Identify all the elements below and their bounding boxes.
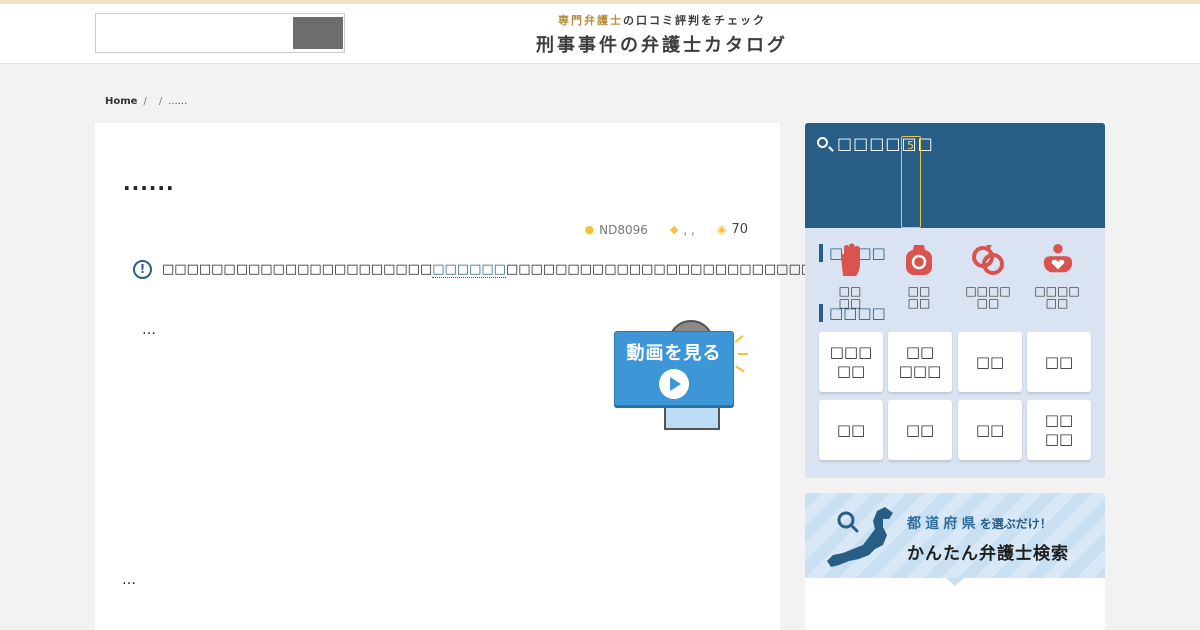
exclamation-circle-icon: ! bbox=[133, 260, 152, 279]
sidebar-search-widget: □□□□□□ 5 □□ □□ □□ □□ □□□□ □□ □□□□ □□ □□□□ bbox=[805, 123, 1105, 478]
logo-title: 刑事事件の弁護士カタログ bbox=[536, 35, 788, 56]
category-button[interactable]: □□ bbox=[958, 332, 1022, 392]
meta-views: ◉ 70 bbox=[717, 222, 748, 237]
breadcrumb: Home / /...... bbox=[105, 96, 187, 107]
japan-map-icon bbox=[827, 507, 893, 567]
article-excerpt: … bbox=[122, 572, 136, 588]
sidebar-search-header: □□□□□□ 5 bbox=[805, 123, 1105, 228]
banner-pointer bbox=[946, 578, 964, 586]
pref-char: 県 bbox=[961, 516, 976, 532]
category-button[interactable]: □□ □□ bbox=[1027, 400, 1091, 460]
pref-line1-rest: を選ぶだけ！ bbox=[979, 517, 1052, 531]
meta-tags: ◆ , , bbox=[670, 223, 695, 237]
play-icon bbox=[659, 369, 689, 399]
article-meta: ● ND8096 ◆ , , ◉ 70 bbox=[585, 222, 748, 237]
category-icon-link[interactable]: □□ □□ bbox=[885, 243, 953, 309]
category-button[interactable]: □□ bbox=[958, 400, 1022, 460]
breadcrumb-home[interactable]: Home bbox=[105, 96, 137, 107]
category-icon-link[interactable]: □□□□ □□ bbox=[954, 243, 1022, 309]
category-icon-link[interactable]: □□ □□ bbox=[816, 243, 884, 309]
accent-ray bbox=[738, 353, 748, 355]
watch-video-button[interactable]: 動画を見る bbox=[614, 331, 734, 406]
prefecture-banner-line1: 都 道 府 県 を選ぶだけ！ bbox=[907, 513, 1052, 533]
logo-tagline-highlight: 専門弁護士 bbox=[558, 14, 623, 27]
accent-ray bbox=[734, 335, 744, 343]
category-button[interactable]: □□ bbox=[888, 400, 952, 460]
logo-tagline-rest: の口コミ評判をチェック bbox=[623, 14, 766, 27]
meta-views-count: 70 bbox=[731, 222, 748, 237]
prefecture-search-banner[interactable]: 都 道 府 県 を選ぶだけ！ かんたん弁護士検索 bbox=[805, 493, 1105, 630]
video-illustration: 動画を見る bbox=[614, 320, 748, 430]
category-label: □□ □□ bbox=[907, 284, 931, 310]
meta-author-name[interactable]: ND8096 bbox=[599, 223, 648, 237]
notice-box: ! □□□□□□□□□□□□□□□□□□□□□□□□□□□□□□□□□□□□□□… bbox=[133, 260, 1022, 279]
site-logo[interactable]: 専門弁護士の口コミ評判をチェック 刑事事件の弁護士カタログ bbox=[500, 12, 824, 57]
category-icon-link[interactable]: □□□□ □□ bbox=[1023, 243, 1091, 309]
hand-icon bbox=[841, 243, 860, 276]
meta-tags-text[interactable]: , , bbox=[683, 223, 694, 237]
site-header: 専門弁護士の口コミ評判をチェック 刑事事件の弁護士カタログ bbox=[0, 4, 1200, 64]
category-label: □□□□ □□ bbox=[965, 284, 1011, 310]
rings-icon bbox=[972, 245, 1004, 275]
breadcrumb-separator: / bbox=[158, 96, 163, 107]
header-search-form bbox=[95, 13, 345, 53]
pref-char: 府 bbox=[943, 516, 958, 532]
section-heading: □□□□ bbox=[819, 304, 886, 322]
notice-text-before: □□□□□□□□□□□□□□□□□□□□□□ bbox=[162, 262, 433, 277]
sidebar-count-badge: 5 bbox=[901, 136, 921, 228]
breadcrumb-current: ...... bbox=[168, 96, 188, 107]
category-button[interactable]: □□□□□ bbox=[888, 332, 952, 392]
eye-icon: ◉ bbox=[716, 223, 727, 236]
category-button[interactable]: □□ bbox=[819, 400, 883, 460]
pref-char: 都 bbox=[907, 516, 921, 532]
header-search-button[interactable] bbox=[293, 17, 343, 49]
accent-ray bbox=[735, 365, 745, 373]
article-title: ...... bbox=[123, 171, 175, 195]
prefecture-banner-header: 都 道 府 県 を選ぶだけ！ かんたん弁護士検索 bbox=[805, 493, 1105, 586]
tag-icon: ◆ bbox=[669, 223, 679, 236]
logo-tagline: 専門弁護士の口コミ評判をチェック bbox=[500, 12, 824, 28]
article-excerpt: … bbox=[142, 322, 156, 338]
people-heart-icon bbox=[1043, 244, 1073, 273]
notice-link[interactable]: □□□□□□ bbox=[432, 262, 506, 278]
article-card: ...... ● ND8096 ◆ , , ◉ 70 ! □□□□□□□□□□□… bbox=[95, 123, 1022, 630]
watch-video-label: 動画を見る bbox=[626, 343, 722, 364]
bag-icon bbox=[906, 245, 932, 275]
category-label: □□□□ □□ bbox=[1034, 284, 1080, 310]
search-icon bbox=[817, 137, 828, 148]
pref-char: 道 bbox=[925, 516, 940, 532]
breadcrumb-separator: / bbox=[143, 96, 147, 107]
header-search-input[interactable] bbox=[97, 15, 289, 51]
prefecture-banner-line2: かんたん弁護士検索 bbox=[907, 544, 1069, 564]
category-button[interactable]: □□ bbox=[1027, 332, 1091, 392]
meta-author: ● ND8096 bbox=[585, 223, 648, 237]
user-icon: ● bbox=[584, 223, 595, 236]
category-button[interactable]: □□□□□ bbox=[819, 332, 883, 392]
